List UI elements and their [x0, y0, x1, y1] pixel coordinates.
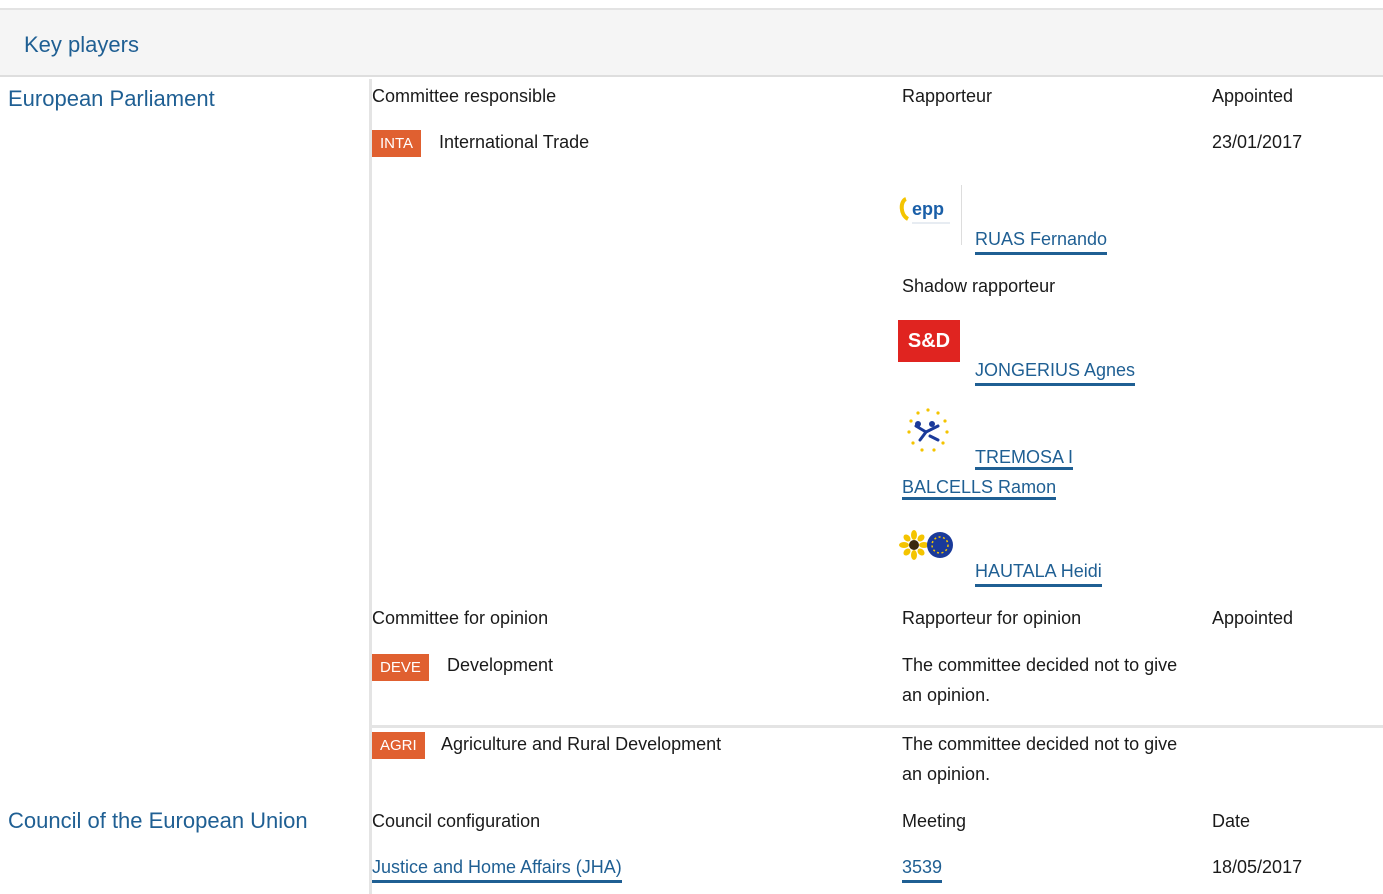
svg-text:epp: epp [912, 199, 944, 219]
institution-european-parliament[interactable]: European Parliament [8, 86, 215, 112]
rapporteur-link[interactable]: RUAS Fernando [975, 229, 1108, 255]
s-and-d-logo-icon: S&D [898, 320, 960, 362]
committee-badge-agri[interactable]: AGRI [372, 732, 425, 759]
col-header-rapporteur-opinion: Rapporteur for opinion [902, 608, 1082, 628]
greens-efa-logo-icon [898, 526, 962, 566]
col-header-council-configuration: Council configuration [372, 811, 541, 831]
appointed-date: 23/01/2017 [1212, 132, 1303, 152]
shadow-rapporteur-link-1[interactable]: JONGERIUS Agnes [975, 360, 1136, 386]
section-header: Key players [0, 10, 1383, 77]
col-header-date: Date [1212, 811, 1251, 831]
row-divider [372, 725, 1383, 728]
council-date: 18/05/2017 [1212, 857, 1303, 877]
col-header-appointed: Appointed [1212, 86, 1294, 106]
shadow-rapporteur-link-3[interactable]: HAUTALA Heidi [975, 561, 1102, 587]
council-configuration-link[interactable]: Justice and Home Affairs (JHA) [372, 857, 622, 883]
col-header-meeting: Meeting [902, 811, 967, 831]
committee-name-inta: International Trade [439, 132, 590, 152]
committee-badge-inta[interactable]: INTA [372, 130, 422, 157]
col-header-committee-opinion: Committee for opinion [372, 608, 549, 628]
col-header-appointed-opinion: Appointed [1212, 608, 1294, 628]
section-title: Key players [24, 32, 139, 57]
opinion-note-agri: The committee decided not to give an opi… [902, 734, 1178, 784]
col-header-committee-responsible: Committee responsible [372, 86, 557, 106]
committee-name-agri: Agriculture and Rural Development [441, 734, 722, 754]
meeting-link[interactable]: 3539 [902, 857, 943, 883]
shadow-rapporteur-label: Shadow rapporteur [902, 276, 1056, 296]
institution-council[interactable]: Council of the European Union [8, 808, 308, 834]
col-header-rapporteur: Rapporteur [902, 86, 993, 106]
committee-badge-deve[interactable]: DEVE [372, 654, 429, 681]
shadow-rapporteur-link-2[interactable]: TREMOSA I BALCELLS Ramon [902, 442, 1102, 502]
institution-column: European Parliament Council of the Europ… [0, 79, 372, 894]
opinion-note-deve: The committee decided not to give an opi… [902, 655, 1178, 705]
committee-name-deve: Development [447, 655, 554, 675]
epp-logo-icon: epp [898, 185, 962, 245]
